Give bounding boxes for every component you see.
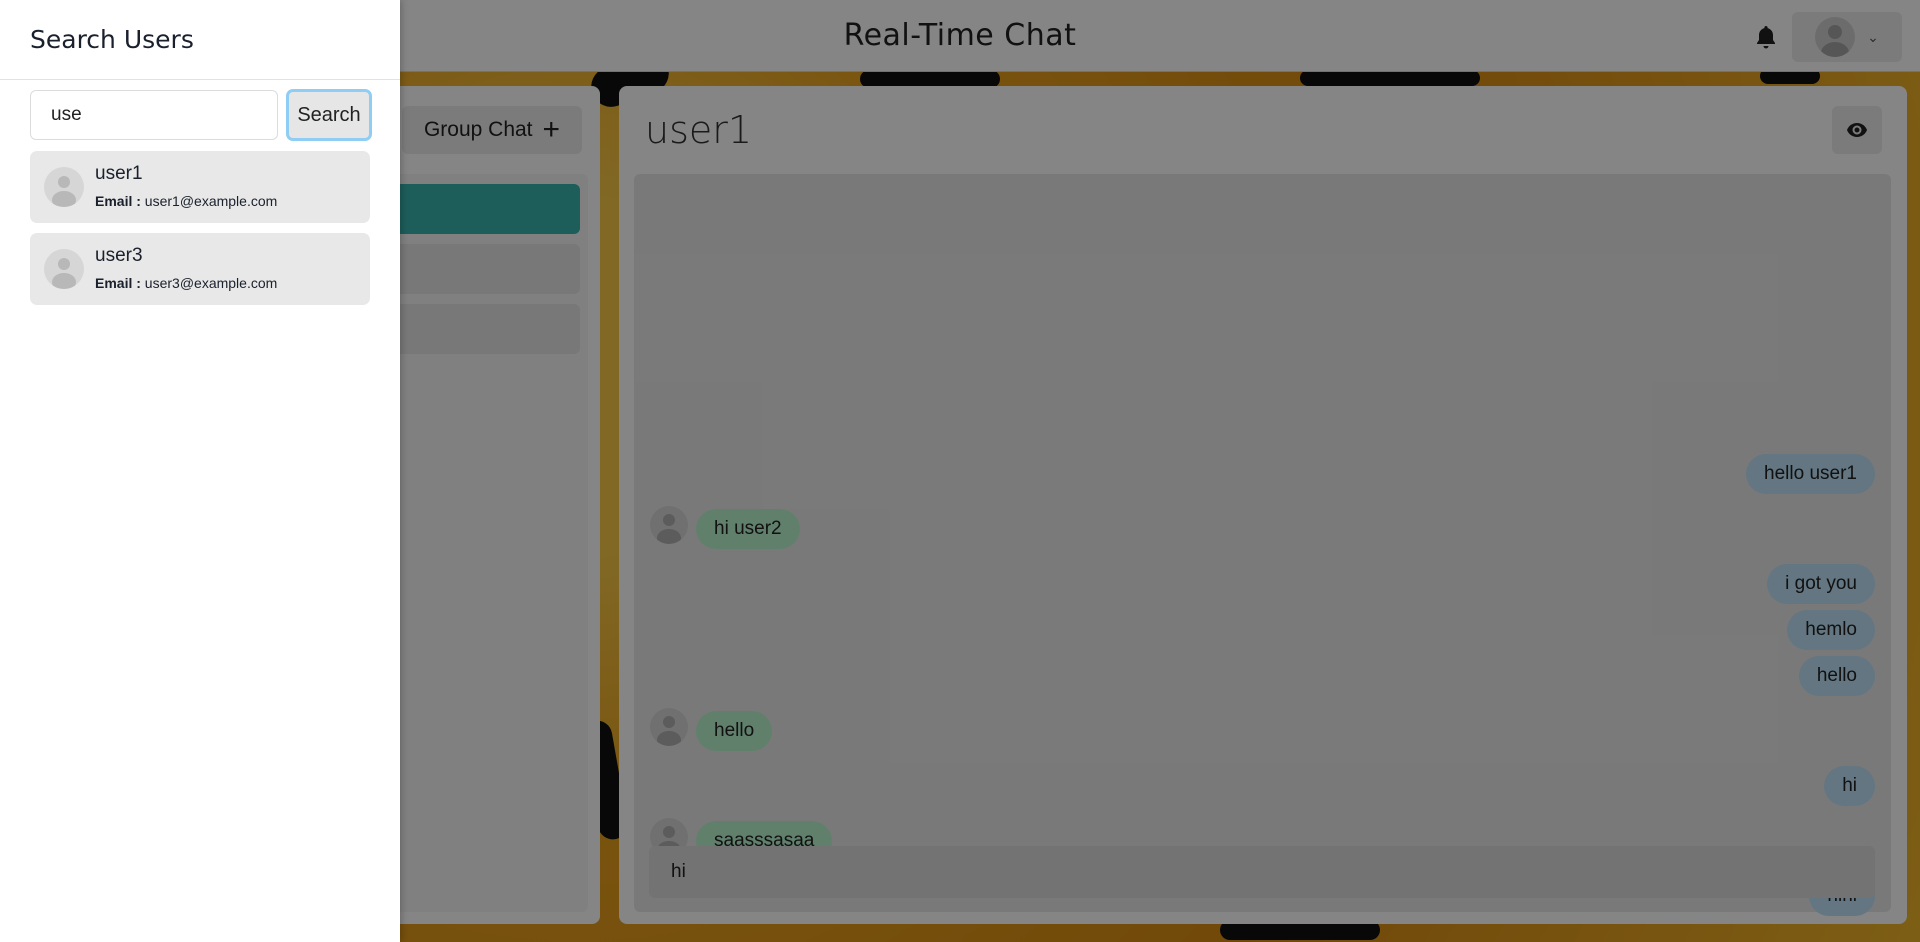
search-input[interactable] xyxy=(30,90,278,140)
drawer-title: Search Users xyxy=(30,25,194,54)
avatar xyxy=(44,249,84,289)
email-value: user3@example.com xyxy=(144,275,278,291)
email-label: Email : xyxy=(95,275,141,291)
user-name: user1 xyxy=(95,163,143,184)
avatar xyxy=(44,167,84,207)
user-result-item[interactable]: user1 Email : user1@example.com xyxy=(30,151,370,223)
search-row: Search xyxy=(30,89,372,141)
email-label: Email : xyxy=(95,193,141,209)
user-result-item[interactable]: user3 Email : user3@example.com xyxy=(30,233,370,305)
email-value: user1@example.com xyxy=(144,193,278,209)
user-email: Email : user1@example.com xyxy=(95,193,277,209)
search-users-drawer: Search Users Search user1 Email : user1@… xyxy=(0,0,400,942)
user-name: user3 xyxy=(95,245,143,266)
user-email: Email : user3@example.com xyxy=(95,275,277,291)
search-button[interactable]: Search xyxy=(286,89,372,141)
drawer-header: Search Users xyxy=(0,0,400,80)
